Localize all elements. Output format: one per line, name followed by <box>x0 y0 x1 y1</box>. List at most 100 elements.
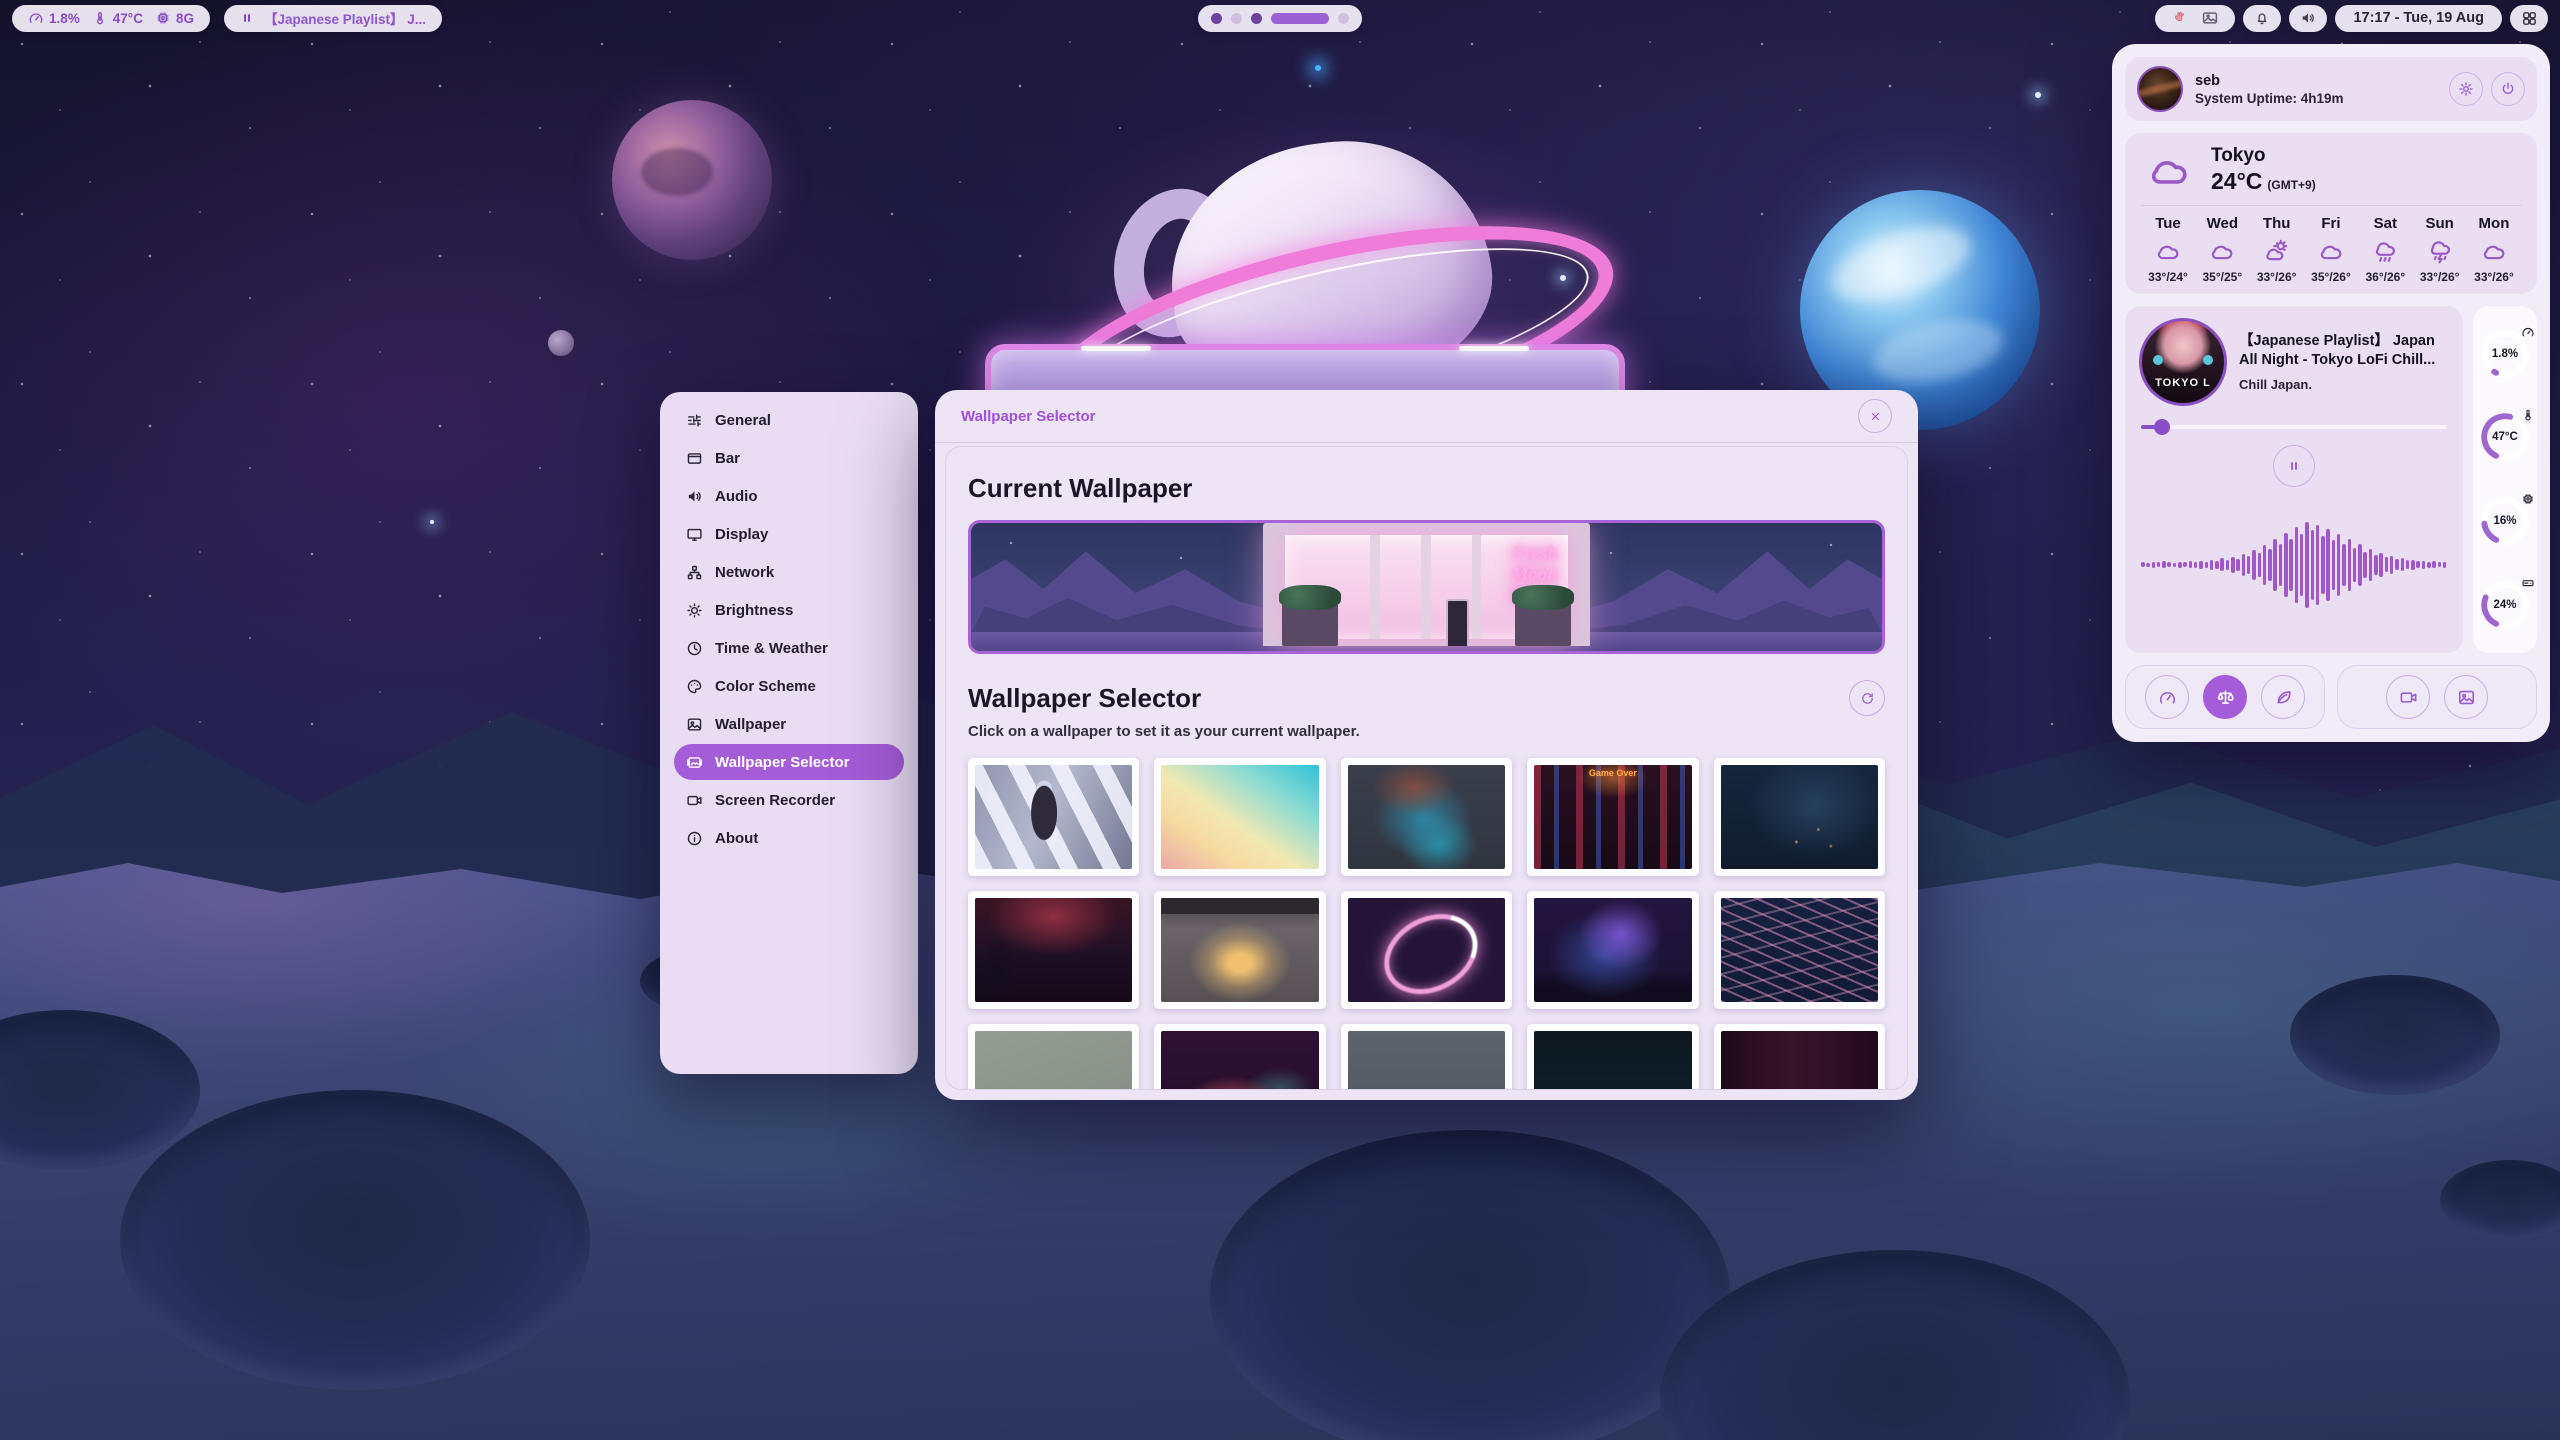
waveform-bar <box>2422 561 2426 569</box>
notifications-button[interactable] <box>2243 5 2281 32</box>
waveform-bar <box>2258 553 2262 577</box>
refresh-button[interactable] <box>1849 680 1885 716</box>
forecast-temps: 33°/26° <box>2257 270 2297 284</box>
selector-subtitle: Click on a wallpaper to set it as your c… <box>968 723 1885 740</box>
profile-powersave-button[interactable] <box>2261 675 2305 719</box>
wallpaper-thumb-crimson-forest[interactable] <box>968 891 1139 1009</box>
video-icon <box>2399 688 2418 707</box>
banner-planter <box>1282 604 1338 646</box>
waveform-bar <box>2300 534 2304 596</box>
wallpaper-thumb-anime-crosswalk[interactable] <box>968 758 1139 876</box>
wallpaper-thumb-blur-abstract[interactable] <box>1341 758 1512 876</box>
bright-star <box>430 520 434 524</box>
close-button[interactable] <box>1858 399 1892 433</box>
screen-record-button[interactable] <box>2386 675 2430 719</box>
power-button[interactable] <box>2491 72 2525 106</box>
seek-slider[interactable] <box>2141 419 2447 435</box>
forecast-row: Tue33°/24°Wed35°/25°Thu33°/26°Fri35°/26°… <box>2141 215 2521 284</box>
tray-app-icon-1[interactable] <box>2171 9 2189 27</box>
settings-content: Current Wallpaper Fresh Moon Beans Wallp… <box>945 446 1908 1090</box>
banner-menu-board <box>1446 599 1469 646</box>
memory-stat: 8G <box>155 10 194 26</box>
sidebar-item-wallpaper-selector[interactable]: Wallpaper Selector <box>674 744 904 780</box>
user-texts: seb System Uptime: 4h19m <box>2195 73 2344 106</box>
gauge-temperature: 47°C <box>2479 411 2531 463</box>
sidebar-item-network[interactable]: Network <box>674 554 904 590</box>
volume-button[interactable] <box>2289 5 2327 32</box>
wallpaper-thumb-nebula-forest[interactable] <box>1527 891 1698 1009</box>
waveform-bar <box>2162 561 2166 568</box>
wallpaper-thumb-slate[interactable] <box>1341 1024 1512 1090</box>
waveform-bar <box>2295 527 2299 603</box>
sidebar-item-general[interactable]: General <box>674 402 904 438</box>
play-pause-button[interactable] <box>2273 445 2315 487</box>
wallpaper-thumb-night-village[interactable] <box>1714 758 1885 876</box>
wallpaper-image <box>975 898 1132 1002</box>
screenshot-button[interactable] <box>2444 675 2488 719</box>
sidebar-item-about[interactable]: About <box>674 820 904 856</box>
forecast-temps: 36°/26° <box>2365 270 2405 284</box>
sidebar-item-audio[interactable]: Audio <box>674 478 904 514</box>
now-playing-label: 【Japanese Playlist】 J... <box>264 8 426 28</box>
workspace-dot-3[interactable] <box>1251 13 1262 24</box>
sidebar-item-screen-recorder[interactable]: Screen Recorder <box>674 782 904 818</box>
power-icon <box>2500 81 2516 97</box>
sidebar-item-brightness[interactable]: Brightness <box>674 592 904 628</box>
sidebar-item-wallpaper[interactable]: Wallpaper <box>674 706 904 742</box>
tray-app-icon-2[interactable] <box>2201 9 2219 27</box>
sidebar-item-bar[interactable]: Bar <box>674 440 904 476</box>
wallpaper-thumb-maroon-dusk[interactable] <box>1714 1024 1885 1090</box>
sidebar-item-color-scheme[interactable]: Color Scheme <box>674 668 904 704</box>
wallpaper-image <box>975 765 1132 869</box>
power-profile-group <box>2125 665 2325 729</box>
forecast-day: Sun <box>2425 215 2453 232</box>
wallpaper-thumb-wireframe-wave[interactable] <box>1714 891 1885 1009</box>
system-stats-pill[interactable]: 1.8% 47°C 8G <box>12 5 210 32</box>
wallpaper-thumb-misty-gray[interactable] <box>968 1024 1139 1090</box>
wallpaper-thumb-dark-navy[interactable] <box>1527 1024 1698 1090</box>
waveform-bar <box>2263 545 2267 585</box>
wallpaper-thumb-coral-night[interactable] <box>1154 1024 1325 1090</box>
waveform-bar <box>2252 550 2256 580</box>
slider-track <box>2141 425 2447 430</box>
crater <box>120 1090 590 1390</box>
album-art: TOKYO L <box>2139 318 2227 406</box>
wallpaper-image <box>1721 1031 1878 1090</box>
sidebar-item-display[interactable]: Display <box>674 516 904 552</box>
wallpaper-thumb-lofi-coffee-shop[interactable]: ローファイコーヒー <box>1154 891 1325 1009</box>
wallpaper-image <box>1721 898 1878 1002</box>
waveform-bar <box>2194 562 2198 568</box>
waveform-bar <box>2226 560 2230 570</box>
workspace-dot-4[interactable] <box>1271 13 1329 24</box>
profile-balanced-button[interactable] <box>2203 675 2247 719</box>
workspace-dot-1[interactable] <box>1211 13 1222 24</box>
wallpaper-thumb-neon-arcade[interactable]: Game Over <box>1527 758 1698 876</box>
image-icon <box>686 716 703 733</box>
waveform-bar <box>2173 563 2177 567</box>
now-playing-pill[interactable]: 【Japanese Playlist】 J... <box>224 5 442 32</box>
window-icon <box>686 450 703 467</box>
memory-value: 8G <box>176 11 194 26</box>
clock[interactable]: 17:17 - Tue, 19 Aug <box>2335 5 2502 32</box>
overview-button[interactable] <box>2510 5 2548 32</box>
gear-icon <box>2458 81 2474 97</box>
wallpaper-thumb-black-hole[interactable] <box>1341 891 1512 1009</box>
chip-icon <box>155 10 171 26</box>
weather-card: Tokyo 24°C (GMT+9) Tue33°/24°Wed35°/25°T… <box>2125 133 2537 294</box>
profile-performance-button[interactable] <box>2145 675 2189 719</box>
forecast-day: Tue <box>2155 215 2181 232</box>
media-progress-thumb[interactable] <box>2154 419 2170 435</box>
settings-button[interactable] <box>2449 72 2483 106</box>
workspace-dot-5[interactable] <box>1338 13 1349 24</box>
quick-settings-panel: seb System Uptime: 4h19m Tokyo 24°C (GMT… <box>2112 44 2550 742</box>
waveform-bar <box>2141 562 2145 567</box>
network-icon <box>686 564 703 581</box>
uptime: System Uptime: 4h19m <box>2195 91 2344 106</box>
workspace-dot-2[interactable] <box>1231 13 1242 24</box>
current-wallpaper-preview[interactable]: Fresh Moon Beans <box>968 520 1885 654</box>
waveform-bar <box>2242 554 2246 576</box>
wallpaper-thumb-pastel-gradient[interactable] <box>1154 758 1325 876</box>
sidebar-item-time-weather[interactable]: Time & Weather <box>674 630 904 666</box>
wallpaper-image <box>975 1031 1132 1090</box>
waveform-bar <box>2284 533 2288 597</box>
